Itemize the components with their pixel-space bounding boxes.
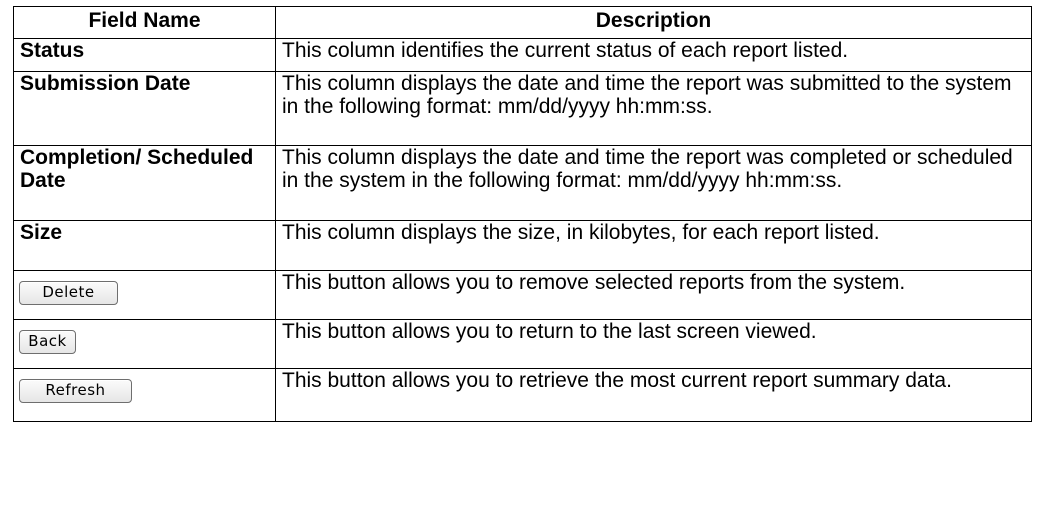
table-row: Completion/ Scheduled Date This column d… — [13, 145, 1032, 221]
description-completion-date: This column displays the date and time t… — [275, 145, 1032, 221]
description-refresh: This button allows you to retrieve the m… — [275, 368, 1032, 422]
table-row: Back This button allows you to return to… — [13, 319, 1032, 369]
table-row: Status This column identifies the curren… — [13, 38, 1032, 72]
refresh-button[interactable]: Refresh — [19, 379, 132, 403]
header-field-name: Field Name — [13, 6, 276, 39]
table-row: Submission Date This column displays the… — [13, 71, 1032, 146]
header-description: Description — [275, 6, 1032, 39]
button-cell-back: Back — [13, 319, 276, 369]
table-header-row: Field Name Description — [13, 6, 1032, 39]
delete-button[interactable]: Delete — [19, 281, 118, 305]
description-submission-date: This column displays the date and time t… — [275, 71, 1032, 146]
back-button[interactable]: Back — [19, 330, 76, 354]
table-row: Refresh This button allows you to retrie… — [13, 368, 1032, 422]
field-description-table: Field Name Description Status This colum… — [13, 6, 1032, 422]
field-name-completion-date: Completion/ Scheduled Date — [13, 145, 276, 221]
description-delete: This button allows you to remove selecte… — [275, 270, 1032, 320]
field-name-submission-date: Submission Date — [13, 71, 276, 146]
table-row: Delete This button allows you to remove … — [13, 270, 1032, 320]
field-name-status: Status — [13, 38, 276, 72]
button-cell-delete: Delete — [13, 270, 276, 320]
table-row: Size This column displays the size, in k… — [13, 220, 1032, 271]
field-name-size: Size — [13, 220, 276, 271]
description-size: This column displays the size, in kiloby… — [275, 220, 1032, 271]
description-back: This button allows you to return to the … — [275, 319, 1032, 369]
button-cell-refresh: Refresh — [13, 368, 276, 422]
description-status: This column identifies the current statu… — [275, 38, 1032, 72]
